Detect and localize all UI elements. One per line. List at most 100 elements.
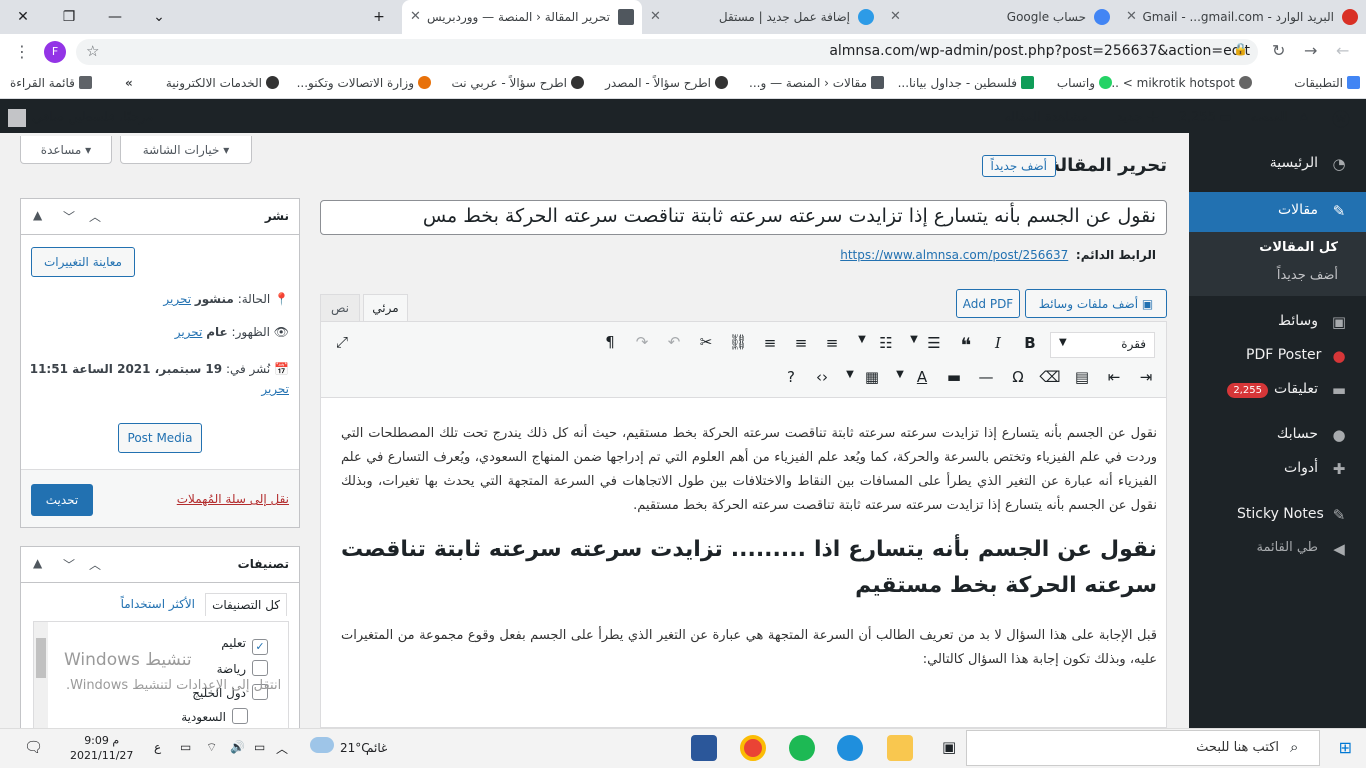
lock-icon[interactable]: 🔒 [1233,42,1248,56]
edit-visibility-link[interactable]: تحرير [175,325,203,339]
tab-edit-post[interactable]: تحرير المقالة ‹ المنصة — ووردبريس ✕ [402,0,642,34]
close-tab-icon[interactable]: ✕ [410,9,421,24]
home-icon[interactable]: ⌂ [1300,110,1308,125]
view-post-link[interactable]: مشاهدة المقالة [1004,110,1088,125]
more-bookmarks-icon[interactable]: » [125,76,133,90]
taskbar-search-input[interactable]: اكتب هنا للبحث [966,730,1320,766]
word-icon[interactable] [691,735,717,761]
numbered-list-icon[interactable]: ☷ [875,334,897,352]
tab-text[interactable]: نص [320,294,360,322]
chevron-down-icon[interactable]: ﹀ [63,556,75,573]
battery-icon[interactable]: ▭ [180,740,191,754]
quote-icon[interactable]: ❝ [955,333,977,357]
tab-mostaql[interactable]: إضافة عمل جديد | مستقل ✕ [642,0,882,34]
speaker-icon[interactable]: 🔊 [230,740,245,754]
menu-icon[interactable]: ⋮ [14,42,30,61]
clear-format-icon[interactable]: ⌫ [1039,368,1061,386]
clock[interactable]: 9:09 م 2021/11/27 [70,733,133,763]
undo-icon[interactable]: ↶ [663,333,685,351]
chevron-up-icon[interactable]: ︿ [89,556,101,573]
bookmark-ask-masdar[interactable]: اطرح سؤالاً - المصدر [605,76,728,90]
close-tab-icon[interactable]: ✕ [890,9,901,24]
indent-icon[interactable]: ⇥ [1135,368,1157,386]
edit-status-link[interactable]: تحرير [163,292,191,306]
menu-media[interactable]: ▣ وسائط [1189,305,1366,339]
user-avatar[interactable] [8,109,26,127]
update-button[interactable]: تحديث [31,484,93,516]
menu-dashboard[interactable]: ◔ الرئيسية [1189,147,1366,181]
tab-most-used[interactable]: الأكثر استخداماً [121,597,195,611]
bookmark-posts[interactable]: مقالات ‹ المنصة — و... [749,76,884,90]
menu-posts[interactable]: ✎ مقالات [1189,192,1366,232]
bookmark-whatsapp[interactable]: واتساب [1057,76,1112,90]
meet-now-icon[interactable]: ▭ [254,740,265,754]
add-media-button[interactable]: أضف ملفات وسائط ▣ [1025,289,1167,318]
bullet-list-icon[interactable]: ☰ [923,334,945,352]
horizontal-line-icon[interactable]: — [975,368,997,386]
paste-text-icon[interactable]: ▤ [1071,368,1093,386]
tab-all-categories[interactable]: كل التصنيفات [205,593,287,616]
redo-icon[interactable]: ↷ [631,333,653,351]
add-pdf-button[interactable]: Add PDF [956,289,1020,318]
strikethrough-icon[interactable]: ▬ [943,368,965,386]
bookmark-apps[interactable]: التطبيقات [1294,76,1360,90]
minimize-icon[interactable]: — [92,0,138,34]
checkbox[interactable] [252,660,268,676]
url-text[interactable]: almnsa.com/wp-admin/post.php?post=256637… [829,43,1250,59]
wifi-icon[interactable]: ⌔ [206,740,217,755]
bookmark-eservices[interactable]: الخدمات الالكترونية [166,76,279,90]
tab-gmail[interactable]: البريد الوارد - Gmail - ...gmail.com ✕ [1118,0,1366,34]
spotify-icon[interactable] [789,735,815,761]
bold-icon[interactable]: B [1019,334,1041,352]
menu-pdf-poster[interactable]: ● PDF Poster [1189,339,1366,373]
dropdown-icon[interactable]: ▼ [851,334,873,345]
maximize-icon[interactable]: ❐ [46,0,92,34]
category-item[interactable]: رياضة [217,660,268,676]
checkbox-checked[interactable]: ✓ [252,639,268,655]
edit-date-link[interactable]: تحرير [261,382,289,396]
wordpress-logo-icon[interactable]: ⓦ [1332,106,1350,132]
chrome-icon[interactable] [740,735,766,761]
back-icon[interactable]: → [1304,41,1317,60]
close-window-icon[interactable]: ✕ [0,0,46,34]
admin-site-name[interactable]: المنصة [1251,110,1288,125]
post-title-input[interactable]: نقول عن الجسم بأنه يتسارع إذا تزايدت سرع… [320,200,1167,235]
code-icon[interactable]: ‹› [811,368,833,386]
submenu-add-new[interactable]: أضف جديداً [1277,268,1338,283]
show-hidden-icons[interactable]: ︿ [276,740,288,757]
unlink-icon[interactable]: ✂ [695,333,717,351]
category-item[interactable]: السعودية [181,708,248,724]
comments-bubble-icon[interactable]: ▬ [1220,110,1232,125]
screen-options-button[interactable]: خيارات الشاشة ▾ [120,136,252,164]
toggle-icon[interactable]: ▲ [33,556,42,570]
file-explorer-icon[interactable] [887,735,913,761]
close-tab-icon[interactable]: ✕ [650,9,661,24]
dropdown-icon[interactable]: ▼ [903,334,925,345]
bookmark-ministry[interactable]: وزارة الاتصالات وتكنو... [297,76,431,90]
temperature[interactable]: 21°C [340,741,370,755]
tab-google-account[interactable]: حساب Google ✕ [882,0,1118,34]
special-char-icon[interactable]: Ω [1007,368,1029,386]
forward-icon[interactable]: ← [1336,41,1349,60]
admin-new[interactable]: جديد [1117,110,1142,125]
reload-icon[interactable]: ↻ [1272,41,1285,60]
editor-content[interactable]: نقول عن الجسم بأنه يتسارع إذا تزايدت سرع… [341,422,1157,672]
new-tab-icon[interactable]: + [356,0,402,34]
windows-start-icon[interactable]: ⊞ [1339,738,1352,757]
menu-collapse[interactable]: ◀ طي القائمة [1189,532,1366,566]
text-color-icon[interactable]: A [911,368,933,386]
chevron-up-icon[interactable]: ︿ [89,208,101,225]
bookmark-star-icon[interactable]: ☆ [86,42,99,60]
align-center-icon[interactable]: ≡ [790,334,812,352]
preview-changes-button[interactable]: معاينة التغييرات [31,247,135,277]
profile-avatar[interactable]: F [44,41,66,63]
plus-icon[interactable]: + [1146,107,1160,127]
admin-comments-count[interactable]: 2,255 [1179,110,1216,125]
help-icon[interactable]: ? [780,368,802,386]
toggle-icon[interactable]: ▲ [33,208,42,222]
align-left-icon[interactable]: ≡ [821,334,843,352]
trash-link[interactable]: نقل إلى سلة المُهملات [177,492,289,506]
italic-icon[interactable]: I [987,334,1009,352]
submenu-all-posts[interactable]: كل المقالات [1259,240,1338,255]
bookmark-sheets[interactable]: فلسطين - جداول بيانا... [898,76,1034,90]
